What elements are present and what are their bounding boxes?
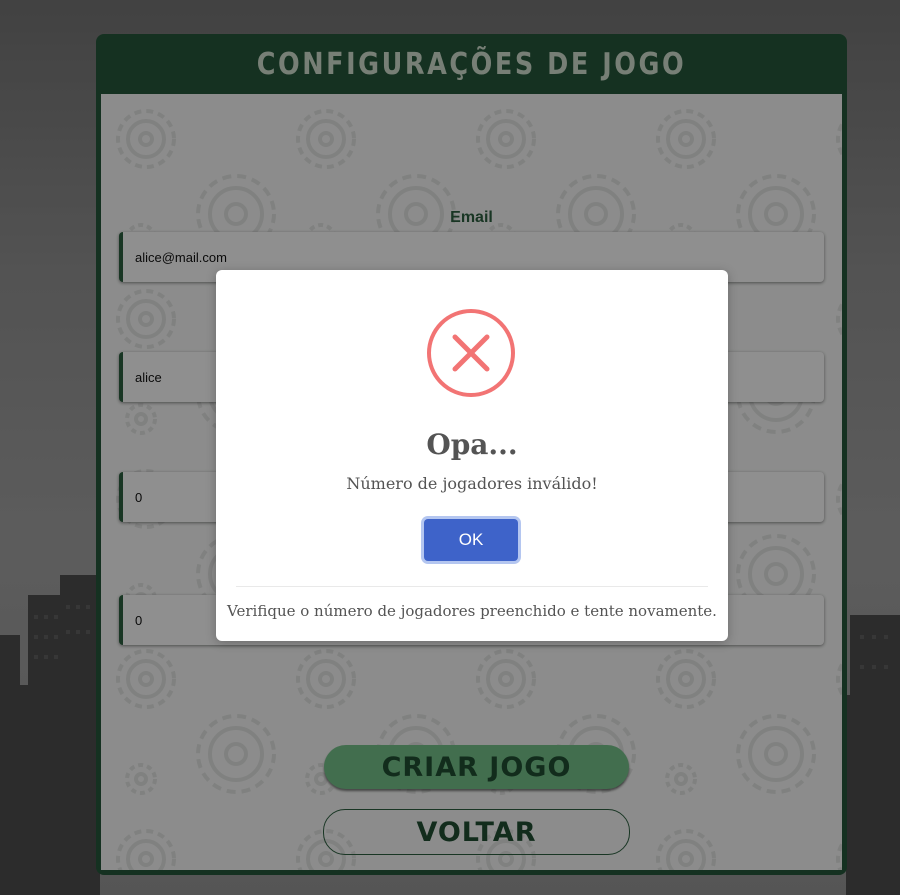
dialog-title: Opa... — [426, 428, 518, 461]
error-dialog: Opa... Número de jogadores inválido! OK … — [216, 270, 728, 641]
dialog-divider — [236, 586, 708, 587]
error-x-icon — [427, 309, 515, 397]
ok-button[interactable]: OK — [424, 519, 518, 561]
dialog-message: Número de jogadores inválido! — [346, 474, 598, 493]
page: CONFIGURAÇÕES DE JOGO Email alice@mail.c… — [0, 0, 900, 895]
dialog-footer: Verifique o número de jogadores preenchi… — [227, 602, 717, 620]
